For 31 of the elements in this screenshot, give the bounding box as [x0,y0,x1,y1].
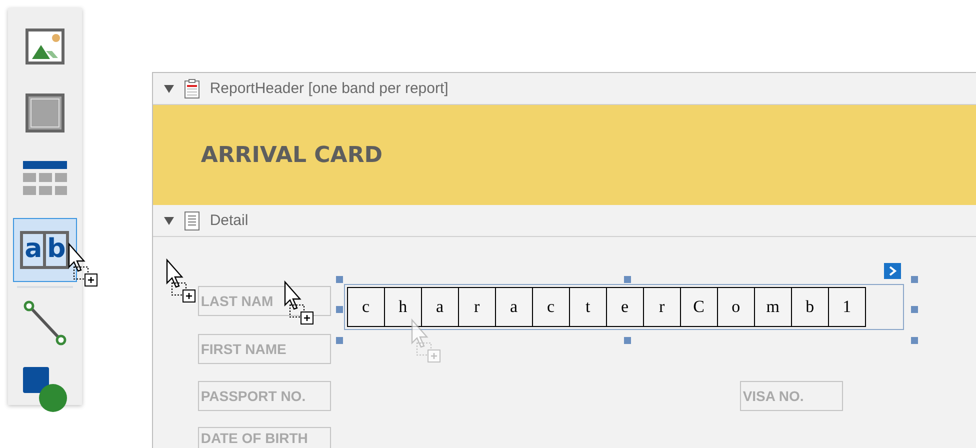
resize-handle[interactable] [624,276,631,283]
report-title: ARRIVAL CARD [200,142,383,168]
band-title: Detail [210,212,248,229]
table-icon [22,160,68,198]
form-label: DATE OF BIRTH [198,427,331,448]
shapes-icon [20,365,69,413]
picture-icon [24,27,65,67]
detail-band-icon [184,210,200,230]
collapse-arrow-icon[interactable] [164,84,174,94]
smart-tag-button[interactable] [884,263,901,279]
resize-handle[interactable] [624,337,631,344]
resize-handle[interactable] [910,337,918,344]
panel-icon [24,93,65,133]
resize-handle[interactable] [910,306,918,313]
chevron-right-icon [888,266,897,276]
character-comb-icon: a b [20,231,70,269]
form-label: LAST NAM [198,286,331,316]
resize-handle[interactable] [336,337,343,344]
band-header[interactable]: Detail [152,205,976,237]
resize-handle[interactable] [336,276,343,283]
resize-handle[interactable] [910,276,918,283]
form-label: PASSPORT NO. [198,381,331,411]
connector-line-icon [22,300,67,346]
character-comb-control[interactable]: c h a r a c t e r C o m b 1 [344,284,904,330]
form-label: VISA NO. [740,381,843,411]
form-label: FIRST NAME [198,334,331,364]
resize-handle[interactable] [336,306,343,313]
collapse-arrow-icon[interactable] [164,216,174,226]
character-comb-tool-button[interactable]: a b [12,218,77,282]
report-header-band-icon [184,78,200,98]
band-title: ReportHeader [one band per report] [210,80,448,97]
